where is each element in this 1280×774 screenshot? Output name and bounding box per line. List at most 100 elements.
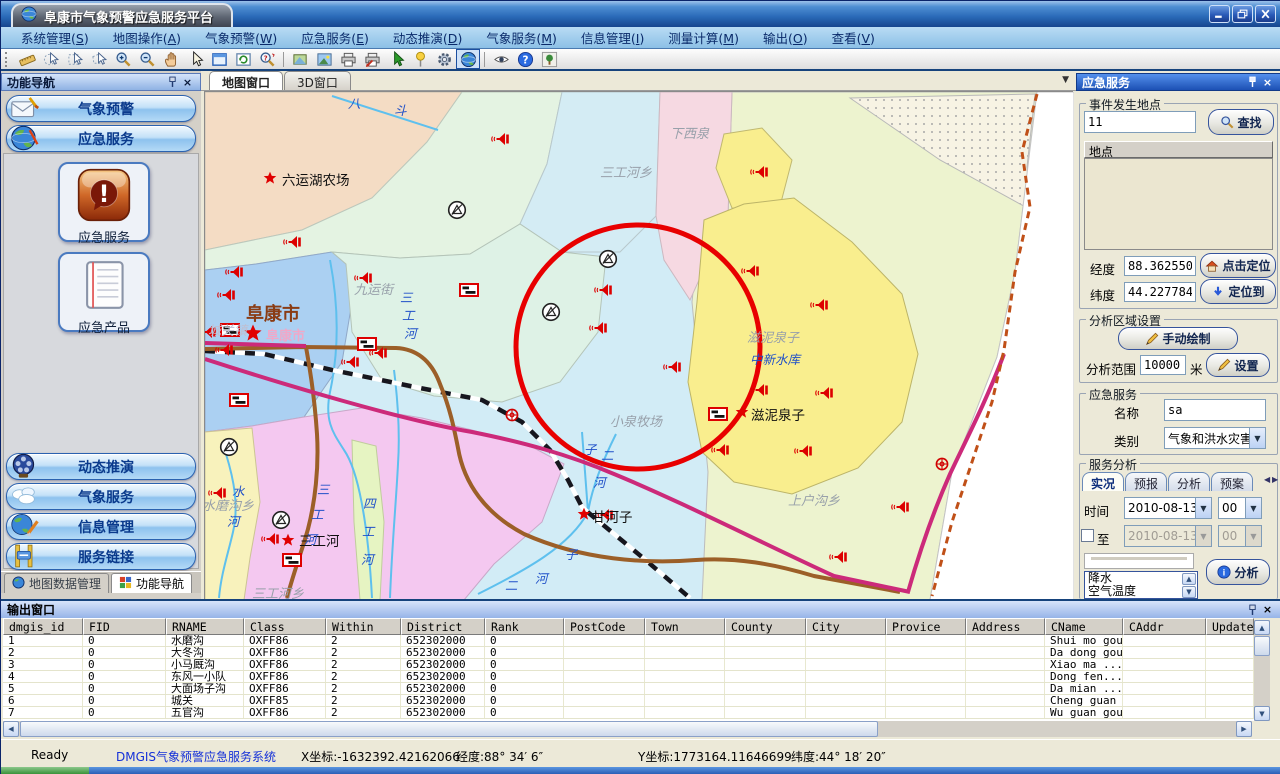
column-header-FID[interactable]: FID (83, 618, 166, 635)
column-header-Update[interactable]: Update (1206, 618, 1254, 635)
station-flag-icon[interactable] (358, 338, 376, 350)
column-header-Class[interactable]: Class (244, 618, 326, 635)
column-header-District[interactable]: District (401, 618, 485, 635)
select-lasso-icon[interactable] (87, 49, 111, 69)
select-rect-icon[interactable] (63, 49, 87, 69)
analysis-tab-0[interactable]: 实况 (1082, 472, 1124, 491)
close-icon[interactable]: × (1260, 603, 1275, 617)
export-image-icon[interactable] (312, 49, 336, 69)
refresh-icon[interactable] (231, 49, 255, 69)
date-to-combo[interactable]: 2010-08-13▼ (1124, 525, 1212, 547)
menu-item-9[interactable]: 查看(V) (820, 26, 887, 49)
scrollbar-thumb[interactable] (20, 721, 878, 737)
scroll-down-icon[interactable]: ▼ (1182, 586, 1196, 598)
column-header-RNAME[interactable]: RNAME (166, 618, 244, 635)
latitude-input[interactable] (1124, 282, 1196, 302)
scroll-up-icon[interactable]: ▲ (1182, 573, 1196, 585)
table-row[interactable]: 10水磨沟OXFF8626523020000Shui mo gou (3, 635, 1254, 647)
select-feature-icon[interactable] (384, 49, 408, 69)
table-row[interactable]: 20大冬沟OXFF8626523020000Da dong gou (3, 647, 1254, 659)
station-flag-icon[interactable] (709, 408, 727, 420)
scroll-right-icon[interactable]: ▶ (1236, 721, 1252, 737)
toolbar-grip[interactable] (5, 52, 11, 67)
globe-icon[interactable] (456, 49, 480, 69)
horizontal-scrollbar[interactable]: ◀ ▶ (3, 721, 1252, 737)
column-header-PostCode[interactable]: PostCode (564, 618, 645, 635)
search-button[interactable]: 查找 (1208, 109, 1274, 135)
close-button[interactable] (1255, 5, 1276, 23)
wheel-marker-icon[interactable] (506, 409, 517, 420)
column-header-County[interactable]: County (725, 618, 806, 635)
menu-item-5[interactable]: 气象服务(M) (474, 26, 569, 49)
select-circle-icon[interactable] (39, 49, 63, 69)
analysis-tab-1[interactable]: 预报 (1125, 472, 1167, 491)
wheel-marker-icon[interactable] (936, 458, 947, 469)
placemark-icon[interactable] (408, 49, 432, 69)
facility-marker-icon[interactable] (449, 202, 466, 219)
menu-item-2[interactable]: 气象预警(W) (193, 26, 289, 49)
column-header-Within[interactable]: Within (326, 618, 401, 635)
hour-to-combo[interactable]: 00▼ (1218, 525, 1262, 547)
column-header-City[interactable]: City (806, 618, 886, 635)
table-row[interactable]: 40东风一小队OXFF8626523020000Dong fen... (3, 671, 1254, 683)
analyze-button[interactable]: i 分析 (1206, 559, 1270, 585)
print-preview-icon[interactable] (360, 49, 384, 69)
map-canvas[interactable]: 八斗六运湖农场三工河乡下西泉九运街阜康市阜康市城关镇滋泥泉子中新水库滋泥泉子小泉… (204, 91, 1073, 599)
shortcut-0[interactable]: !应急服务 (58, 162, 150, 242)
tab-scroll-right-icon[interactable]: ▶ (1272, 475, 1278, 484)
factor-item-1[interactable]: 空气温度 (1085, 585, 1197, 598)
settings-icon[interactable] (432, 49, 456, 69)
measure-icon[interactable] (15, 49, 39, 69)
station-flag-icon[interactable] (460, 284, 478, 296)
menu-item-7[interactable]: 测量计算(M) (656, 26, 751, 49)
set-range-button[interactable]: 设置 (1206, 353, 1270, 377)
menu-item-8[interactable]: 输出(O) (751, 26, 820, 49)
location-search-input[interactable] (1084, 111, 1196, 133)
pointer-icon[interactable] (183, 49, 207, 69)
table-row[interactable]: 30小马厩沟OXFF8626523020000Xiao ma ... (3, 659, 1254, 671)
close-icon[interactable]: × (1260, 75, 1275, 89)
column-header-Town[interactable]: Town (645, 618, 725, 635)
close-icon[interactable]: × (180, 75, 195, 89)
station-flag-icon[interactable] (283, 554, 301, 566)
menu-item-3[interactable]: 应急服务(E) (289, 26, 381, 49)
restore-button[interactable] (1232, 5, 1253, 23)
full-extent-icon[interactable] (207, 49, 231, 69)
to-checkbox[interactable] (1081, 529, 1094, 542)
service-name-input[interactable] (1164, 399, 1266, 421)
scroll-left-icon[interactable]: ◀ (3, 721, 19, 737)
identify-icon[interactable]: ? (255, 49, 279, 69)
nav-group-1[interactable]: 应急服务 (6, 125, 196, 152)
analysis-tab-2[interactable]: 分析 (1168, 472, 1210, 491)
column-header-CAddr[interactable]: CAddr (1123, 618, 1206, 635)
click-locate-button[interactable]: 点击定位 (1200, 253, 1276, 278)
factor-list[interactable]: 降水空气温度 (1084, 571, 1198, 599)
pin-icon[interactable] (165, 75, 180, 89)
nav-group-bottom-2[interactable]: 信息管理 (6, 513, 196, 540)
analysis-tab-3[interactable]: 预案 (1211, 472, 1253, 491)
vertical-scrollbar[interactable]: ▲ ▼ (1254, 620, 1270, 721)
nav-group-bottom-3[interactable]: 服务链接 (6, 543, 196, 570)
service-type-combo[interactable]: 气象和洪水灾害▼ (1164, 427, 1266, 449)
column-header-dmgis_id[interactable]: dmgis_id (3, 618, 83, 635)
table-row[interactable]: 50大面场子沟OXFF8626523020000Da mian ... (3, 683, 1254, 695)
minimize-button[interactable] (1209, 5, 1230, 23)
tab-dropdown-icon[interactable]: ▼ (1062, 75, 1069, 85)
facility-marker-icon[interactable] (273, 512, 290, 529)
zoom-out-icon[interactable] (135, 49, 159, 69)
scroll-down-icon[interactable]: ▼ (1254, 706, 1270, 721)
location-list-header[interactable]: 地点 (1084, 141, 1273, 158)
nav-tab-1[interactable]: 功能导航 (111, 573, 192, 593)
column-header-CName[interactable]: CName (1045, 618, 1123, 635)
nav-group-bottom-1[interactable]: 气象服务 (6, 483, 196, 510)
location-list[interactable] (1084, 158, 1273, 250)
table-row[interactable]: 60城关OXFF8526523020000Cheng guan (3, 695, 1254, 707)
help-icon[interactable]: ? (513, 49, 537, 69)
hour-from-combo[interactable]: 00▼ (1218, 497, 1262, 519)
tab-scroll-left-icon[interactable]: ◀ (1264, 475, 1270, 484)
print-icon[interactable] (336, 49, 360, 69)
zoom-in-icon[interactable] (111, 49, 135, 69)
menu-item-0[interactable]: 系统管理(S) (9, 26, 101, 49)
menu-item-4[interactable]: 动态推演(D) (381, 26, 474, 49)
nav-group-0[interactable]: 气象预警 (6, 95, 196, 122)
